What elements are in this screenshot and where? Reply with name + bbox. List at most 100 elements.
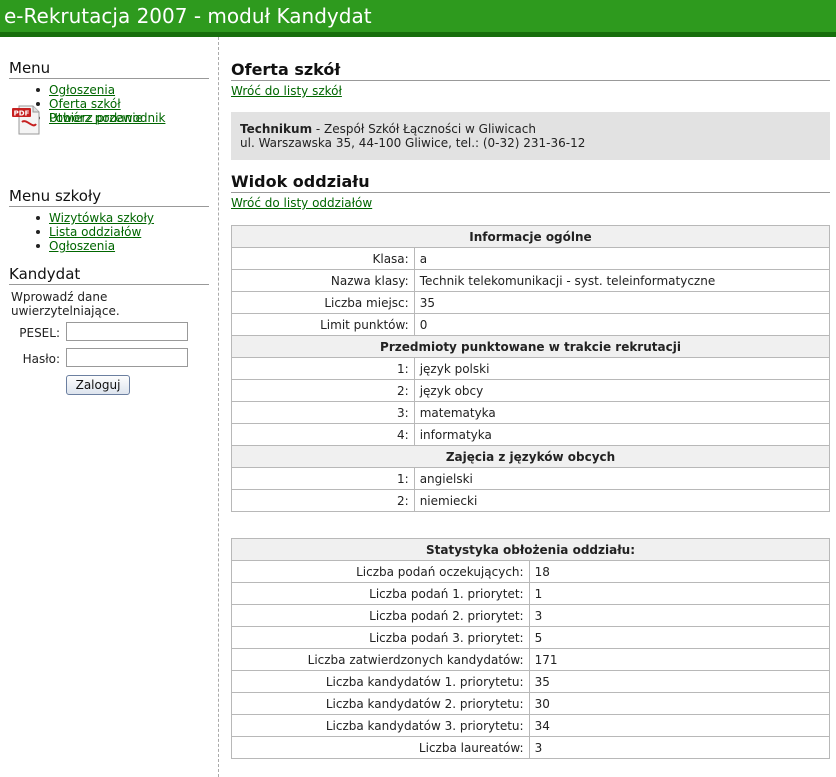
row-key: 2: bbox=[231, 379, 415, 402]
school-menu-item-classes: Lista oddziałów bbox=[34, 225, 154, 239]
table-row: 1: język polski bbox=[231, 357, 831, 380]
school-menu-link-announcements[interactable]: Ogłoszenia bbox=[49, 239, 115, 253]
pdf-icon[interactable]: PDF bbox=[11, 105, 41, 135]
row-key: Liczba podań 1. priorytet: bbox=[231, 582, 530, 605]
row-value: 3 bbox=[528, 736, 831, 759]
menu-link-announcements[interactable]: Ogłoszenia bbox=[49, 83, 115, 97]
row-key: Liczba podań 3. priorytet: bbox=[231, 626, 530, 649]
offer-title: Oferta szkół bbox=[231, 60, 830, 81]
school-name-line: Technikum - Zespół Szkół Łączności w Gli… bbox=[240, 122, 821, 136]
table-row: Limit punktów: 0 bbox=[231, 313, 831, 336]
school-menu: Wizytówka szkoły Lista oddziałów Ogłosze… bbox=[34, 211, 154, 253]
row-value: 35 bbox=[528, 670, 831, 693]
row-value: Technik telekomunikacji - syst. teleinfo… bbox=[413, 269, 831, 292]
table-row: 1: angielski bbox=[231, 467, 831, 490]
password-input[interactable] bbox=[66, 348, 188, 367]
general-info-header-row: Informacje ogólne bbox=[231, 225, 830, 248]
page-header: e-Rekrutacja 2007 - moduł Kandydat bbox=[0, 0, 836, 32]
row-value: matematyka bbox=[413, 401, 831, 424]
row-key: Liczba kandydatów 1. priorytetu: bbox=[231, 670, 530, 693]
menu-title: Menu bbox=[9, 59, 209, 79]
school-address: ul. Warszawska 35, 44-100 Gliwice, tel.:… bbox=[240, 136, 586, 150]
row-value: 35 bbox=[413, 291, 831, 314]
download-guide-link[interactable]: Pobierz przewodnik bbox=[49, 111, 165, 125]
row-value: 18 bbox=[528, 560, 831, 583]
back-to-schools-link[interactable]: Wróć do listy szkół bbox=[231, 84, 342, 98]
class-details-table: Informacje ogólne Klasa: a Nazwa klasy: Te… bbox=[231, 225, 831, 512]
table-row: Liczba podań 1. priorytet: 1 bbox=[231, 582, 831, 605]
back-to-classes-link[interactable]: Wróć do listy oddziałów bbox=[231, 196, 372, 210]
languages-header-row: Zajęcia z języków obcych bbox=[231, 445, 830, 468]
row-value: język obcy bbox=[413, 379, 831, 402]
table-row: Liczba zatwierdzonych kandydatów: 171 bbox=[231, 648, 831, 671]
school-info-box: Technikum - Zespół Szkół Łączności w Gli… bbox=[231, 112, 830, 160]
sidebar-divider bbox=[218, 37, 219, 777]
table-row: Nazwa klasy: Technik telekomunikacji - sy… bbox=[231, 269, 831, 292]
subjects-header: Przedmioty punktowane w trakcie rekrutac… bbox=[231, 335, 830, 358]
table-row: 3: matematyka bbox=[231, 401, 831, 424]
menu-link-school-offer[interactable]: Oferta szkół bbox=[49, 97, 121, 111]
row-key: Liczba kandydatów 2. priorytetu: bbox=[231, 692, 530, 715]
app-title: e-Rekrutacja 2007 - moduł Kandydat bbox=[4, 4, 372, 28]
row-value: 0 bbox=[413, 313, 831, 336]
school-menu-title: Menu szkoły bbox=[9, 187, 209, 207]
row-value: język polski bbox=[413, 357, 831, 380]
school-menu-item-announcements: Ogłoszenia bbox=[34, 239, 154, 253]
menu-item-school-offer: Oferta szkół bbox=[34, 97, 143, 111]
login-button[interactable]: Zaloguj bbox=[66, 375, 130, 395]
class-stats-table: Statystyka obłożenia oddziału: Liczba po… bbox=[231, 538, 831, 759]
school-type: Technikum bbox=[240, 122, 313, 136]
table-row: 2: niemiecki bbox=[231, 489, 831, 512]
pdf-icon-text: PDF bbox=[14, 110, 30, 118]
table-row: Liczba miejsc: 35 bbox=[231, 291, 831, 314]
sidebar bbox=[0, 37, 218, 777]
row-value: a bbox=[413, 247, 831, 270]
row-key: 4: bbox=[231, 423, 415, 446]
table-row: 2: język obcy bbox=[231, 379, 831, 402]
row-key: Liczba podań 2. priorytet: bbox=[231, 604, 530, 627]
table-row: Liczba laureatów: 3 bbox=[231, 736, 831, 759]
password-label: Hasło: bbox=[22, 352, 60, 366]
table-row: Liczba podań 3. priorytet: 5 bbox=[231, 626, 831, 649]
table-row: Liczba podań oczekujących: 18 bbox=[231, 560, 831, 583]
table-row: Klasa: a bbox=[231, 247, 831, 270]
table-row: Liczba kandydatów 2. priorytetu: 30 bbox=[231, 692, 831, 715]
row-key: 1: bbox=[231, 467, 415, 490]
school-menu-link-card[interactable]: Wizytówka szkoły bbox=[49, 211, 154, 225]
row-key: Liczba miejsc: bbox=[231, 291, 415, 314]
row-key: Klasa: bbox=[231, 247, 415, 270]
row-value: niemiecki bbox=[413, 489, 831, 512]
stats-header: Statystyka obłożenia oddziału: bbox=[231, 538, 830, 561]
table-row: Liczba podań 2. priorytet: 3 bbox=[231, 604, 831, 627]
row-key: Limit punktów: bbox=[231, 313, 415, 336]
row-key: Liczba laureatów: bbox=[231, 736, 530, 759]
login-instructions: Wprowadź dane uwierzytelniające. bbox=[11, 290, 120, 318]
row-value: angielski bbox=[413, 467, 831, 490]
row-value: 5 bbox=[528, 626, 831, 649]
subjects-header-row: Przedmioty punktowane w trakcie rekrutac… bbox=[231, 335, 830, 358]
row-key: 2: bbox=[231, 489, 415, 512]
languages-header: Zajęcia z języków obcych bbox=[231, 445, 830, 468]
candidate-title: Kandydat bbox=[9, 265, 209, 285]
pesel-label: PESEL: bbox=[19, 326, 60, 340]
row-value: 171 bbox=[528, 648, 831, 671]
row-value: 34 bbox=[528, 714, 831, 737]
general-info-header: Informacje ogólne bbox=[231, 225, 830, 248]
table-row: Liczba kandydatów 3. priorytetu: 34 bbox=[231, 714, 831, 737]
row-key: Nazwa klasy: bbox=[231, 269, 415, 292]
stats-header-row: Statystyka obłożenia oddziału: bbox=[231, 538, 830, 561]
row-value: 3 bbox=[528, 604, 831, 627]
row-value: 1 bbox=[528, 582, 831, 605]
school-menu-link-classes[interactable]: Lista oddziałów bbox=[49, 225, 141, 239]
school-name: - Zespół Szkół Łączności w Gliwicach bbox=[312, 122, 536, 136]
row-value: 30 bbox=[528, 692, 831, 715]
menu-item-announcements: Ogłoszenia bbox=[34, 83, 143, 97]
row-key: Liczba podań oczekujących: bbox=[231, 560, 530, 583]
row-key: Liczba zatwierdzonych kandydatów: bbox=[231, 648, 530, 671]
table-row: 4: informatyka bbox=[231, 423, 831, 446]
table-row: Liczba kandydatów 1. priorytetu: 35 bbox=[231, 670, 831, 693]
row-key: Liczba kandydatów 3. priorytetu: bbox=[231, 714, 530, 737]
class-view-title: Widok oddziału bbox=[231, 172, 830, 193]
row-key: 3: bbox=[231, 401, 415, 424]
pesel-input[interactable] bbox=[66, 322, 188, 341]
